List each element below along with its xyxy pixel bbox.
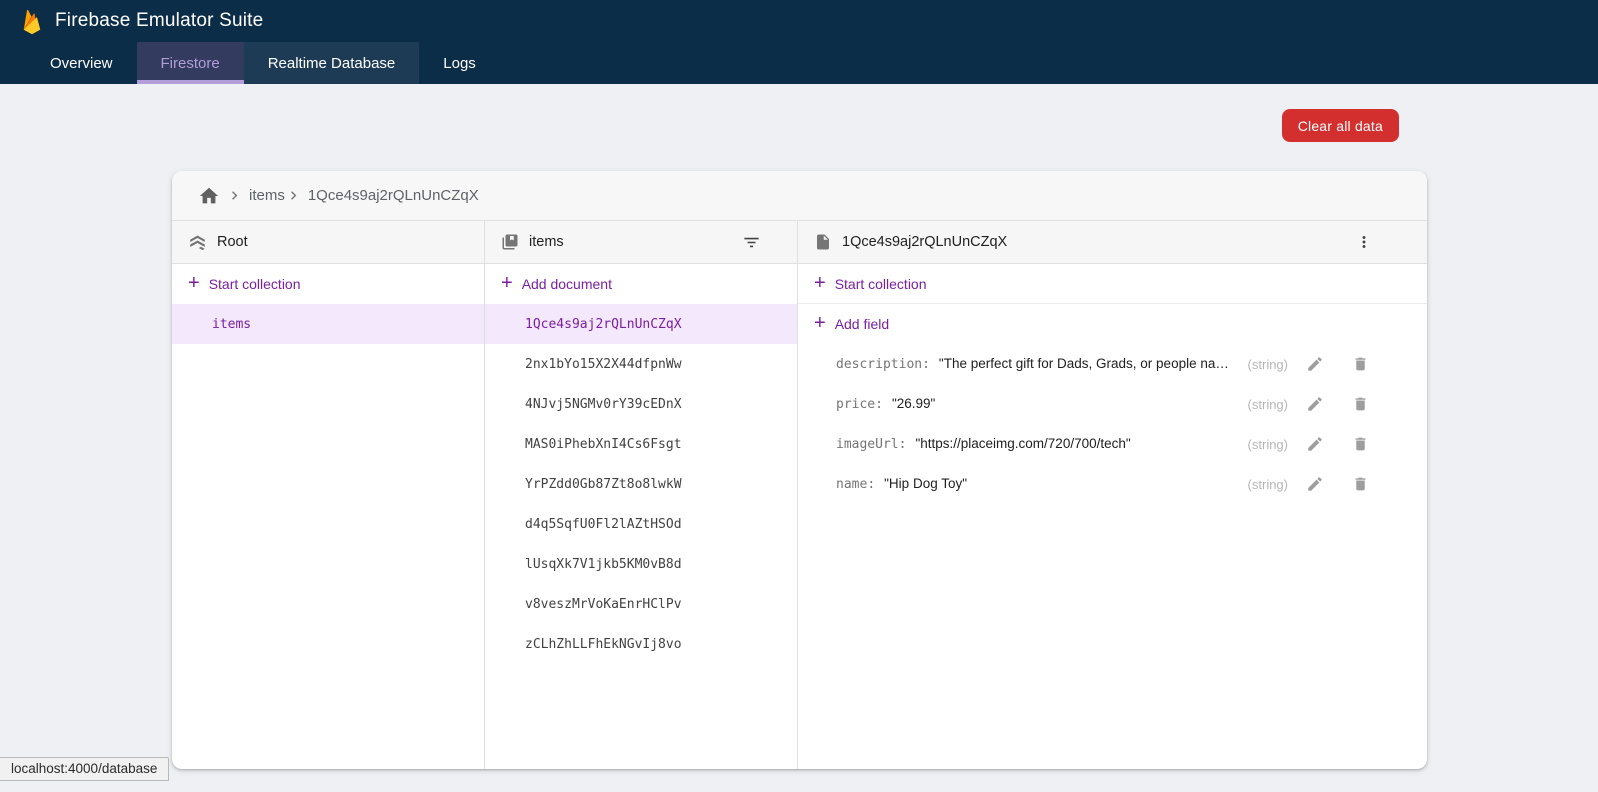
add-icon: + (188, 273, 200, 293)
field-row: price "26.99" (string) (798, 384, 1427, 424)
trash-icon (1352, 395, 1369, 413)
field-value: "26.99" (892, 396, 935, 411)
field-name: price (836, 397, 883, 412)
clear-all-data-button[interactable]: Clear all data (1282, 109, 1399, 142)
add-icon: + (814, 313, 826, 333)
edit-field-button[interactable] (1306, 475, 1324, 493)
pencil-icon (1306, 475, 1324, 493)
nav-tab[interactable]: Firestore (137, 42, 244, 84)
root-panel-title: Root (217, 234, 248, 250)
trash-icon (1352, 475, 1369, 493)
field-type-badge: (string) (1248, 477, 1288, 492)
nav-tab[interactable]: Realtime Database (244, 42, 420, 84)
field-type-badge: (string) (1248, 357, 1288, 372)
document-row[interactable]: 1Qce4s9aj2rQLnUnCZqX (485, 304, 797, 344)
app-header: Firebase Emulator Suite Overview Firesto… (0, 0, 1598, 84)
pencil-icon (1306, 435, 1324, 453)
field-name: description (836, 357, 930, 372)
trash-icon (1352, 355, 1369, 373)
delete-field-button[interactable] (1352, 395, 1370, 413)
add-icon: + (501, 273, 513, 293)
collection-row[interactable]: items (172, 304, 484, 344)
field-type-badge: (string) (1248, 397, 1288, 412)
nav-tabs: Overview Firestore Realtime Database Log… (0, 42, 1598, 84)
document-row[interactable]: YrPZdd0Gb87Zt8o8lwkW (485, 464, 797, 504)
firestore-data-card: items 1Qce4s9aj2rQLnUnCZqX (172, 171, 1427, 769)
doc-start-collection-button[interactable]: + Start collection (798, 264, 1427, 304)
nav-tab[interactable]: Logs (419, 42, 500, 84)
edit-field-button[interactable] (1306, 395, 1324, 413)
add-icon: + (814, 273, 826, 293)
chevron-right-icon (285, 187, 302, 204)
start-collection-button[interactable]: + Start collection (172, 264, 484, 304)
collection-panel: items + Add document 1Qce4s9aj2rQLnUnCZq… (485, 221, 798, 769)
collection-panel-header: items (485, 221, 797, 264)
pencil-icon (1306, 395, 1324, 413)
document-row[interactable]: MAS0iPhebXnI4Cs6Fsgt (485, 424, 797, 464)
kebab-menu-icon[interactable] (1355, 233, 1373, 251)
breadcrumb-link[interactable]: items (249, 187, 285, 204)
field-name: name (836, 477, 875, 492)
edit-field-button[interactable] (1306, 435, 1324, 453)
edit-field-button[interactable] (1306, 355, 1324, 373)
field-value: "https://placeimg.com/720/700/tech" (915, 436, 1130, 451)
pencil-icon (1306, 355, 1324, 373)
field-value: "The perfect gift for Dads, Grads, or pe… (939, 356, 1234, 371)
field-value: "Hip Dog Toy" (884, 476, 967, 491)
document-row[interactable]: zCLhZhLLFhEkNGvIj8vo (485, 624, 797, 664)
nav-tab[interactable]: Overview (26, 42, 137, 84)
document-icon (814, 233, 832, 251)
add-document-button[interactable]: + Add document (485, 264, 797, 304)
home-icon[interactable] (198, 185, 220, 207)
root-panel-header: Root (172, 221, 484, 264)
field-name: imageUrl (836, 437, 906, 452)
chevron-right-icon (226, 187, 243, 204)
filter-icon[interactable] (742, 233, 761, 252)
app-title: Firebase Emulator Suite (55, 10, 263, 32)
field-type-badge: (string) (1248, 437, 1288, 452)
add-field-button[interactable]: + Add field (798, 304, 1427, 344)
firestore-icon (188, 233, 207, 252)
document-row[interactable]: 2nx1bYo15X2X44dfpnWw (485, 344, 797, 384)
document-panel-title: 1Qce4s9aj2rQLnUnCZqX (842, 234, 1007, 250)
document-row[interactable]: 4NJvj5NGMv0rY39cEDnX (485, 384, 797, 424)
field-row: description "The perfect gift for Dads, … (798, 344, 1427, 384)
root-panel: Root + Start collection items (172, 221, 485, 769)
document-row[interactable]: d4q5SqfU0Fl2lAZtHSOd (485, 504, 797, 544)
browser-status-tooltip: localhost:4000/database (0, 757, 169, 781)
document-row[interactable]: v8veszMrVoKaEnrHClPv (485, 584, 797, 624)
breadcrumb-segment: items (226, 187, 285, 204)
document-panel-header: 1Qce4s9aj2rQLnUnCZqX (798, 221, 1427, 264)
firebase-flame-icon (22, 8, 42, 35)
breadcrumb-segment: 1Qce4s9aj2rQLnUnCZqX (285, 187, 479, 204)
breadcrumb-link[interactable]: 1Qce4s9aj2rQLnUnCZqX (308, 187, 479, 204)
collection-panel-title: items (529, 234, 564, 250)
collection-icon (501, 233, 519, 251)
trash-icon (1352, 435, 1369, 453)
field-row: imageUrl "https://placeimg.com/720/700/t… (798, 424, 1427, 464)
delete-field-button[interactable] (1352, 475, 1370, 493)
breadcrumb: items 1Qce4s9aj2rQLnUnCZqX (172, 171, 1427, 221)
document-panel: 1Qce4s9aj2rQLnUnCZqX + Start collection … (798, 221, 1427, 769)
document-row[interactable]: lUsqXk7V1jkb5KM0vB8d (485, 544, 797, 584)
field-row: name "Hip Dog Toy" (string) (798, 464, 1427, 504)
delete-field-button[interactable] (1352, 355, 1370, 373)
delete-field-button[interactable] (1352, 435, 1370, 453)
